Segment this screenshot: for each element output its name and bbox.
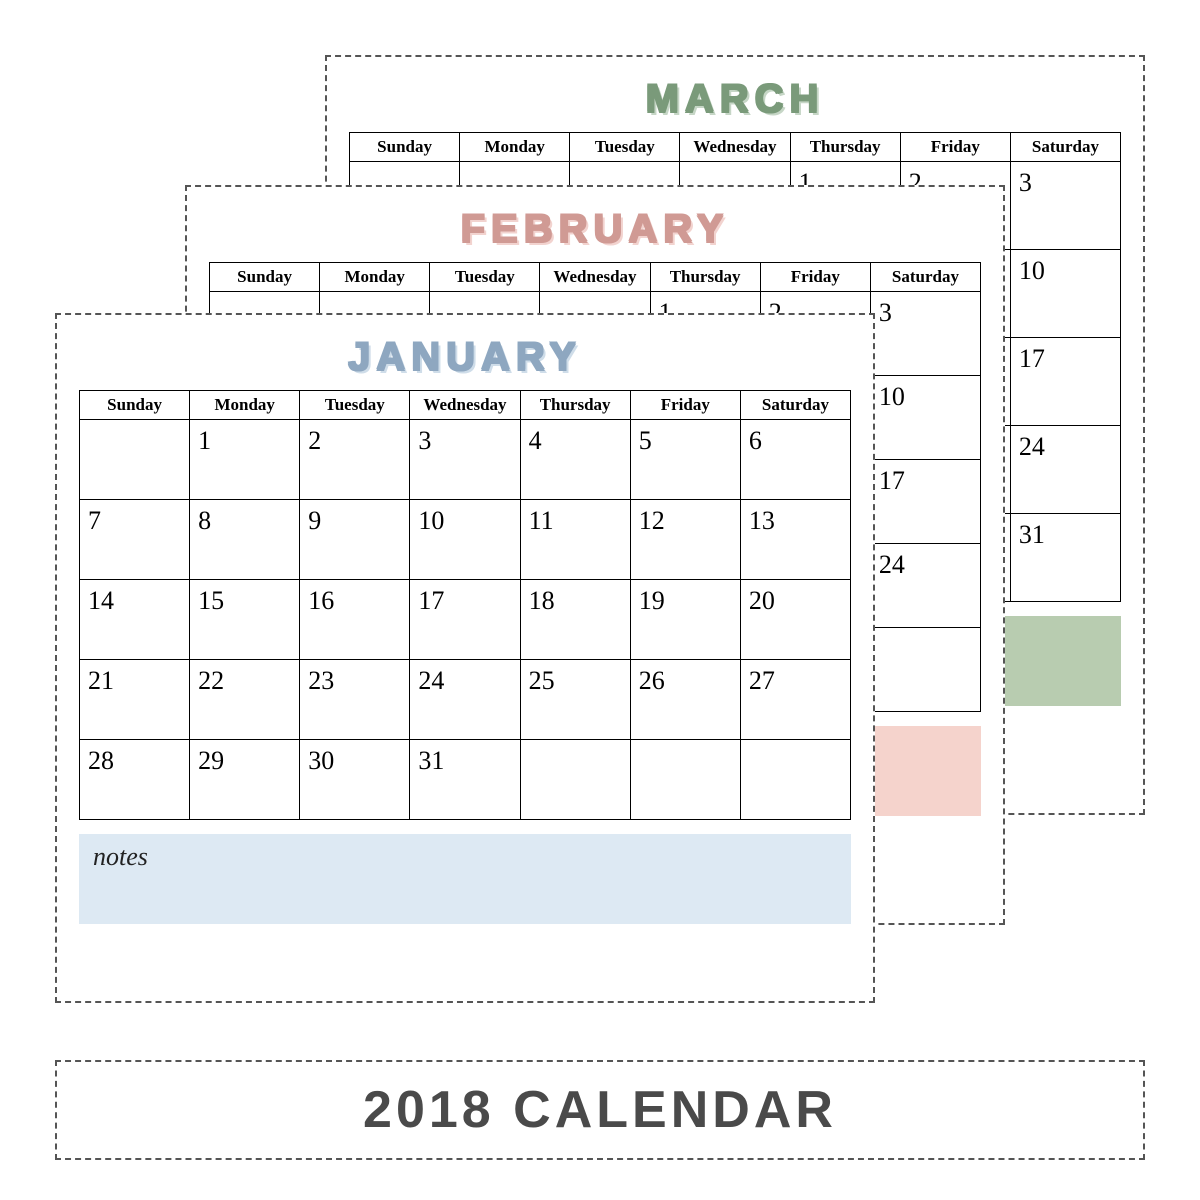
day-cell: 27 [740, 660, 850, 740]
day-cell: 6 [740, 420, 850, 500]
day-cell: 24 [870, 544, 980, 628]
day-cell: 31 [1010, 514, 1120, 602]
day-cell: 28 [80, 740, 190, 820]
day-header: Sunday [80, 391, 190, 420]
day-header: Friday [900, 133, 1010, 162]
month-title-february: FEBRUARY [209, 207, 981, 252]
day-header: Friday [630, 391, 740, 420]
day-cell: 26 [630, 660, 740, 740]
day-cell: 5 [630, 420, 740, 500]
day-header: Friday [760, 263, 870, 292]
day-cell [740, 740, 850, 820]
day-header: Thursday [520, 391, 630, 420]
day-cell: 2 [300, 420, 410, 500]
day-cell [870, 628, 980, 712]
day-cell: 10 [870, 376, 980, 460]
title-banner: 2018 CALENDAR [55, 1060, 1145, 1160]
month-title-january: JANUARY [79, 335, 851, 380]
day-cell: 12 [630, 500, 740, 580]
day-cell: 11 [520, 500, 630, 580]
day-header: Monday [190, 391, 300, 420]
day-cell [630, 740, 740, 820]
day-cell: 24 [1010, 426, 1120, 514]
day-cell: 1 [190, 420, 300, 500]
day-cell: 21 [80, 660, 190, 740]
day-cell: 19 [630, 580, 740, 660]
day-cell: 25 [520, 660, 630, 740]
day-cell: 3 [870, 292, 980, 376]
calendar-page-january: JANUARY Sunday Monday Tuesday Wednesday … [55, 313, 875, 1003]
day-cell: 17 [1010, 338, 1120, 426]
day-header: Monday [460, 133, 570, 162]
day-header: Saturday [870, 263, 980, 292]
day-header: Tuesday [430, 263, 540, 292]
day-cell: 17 [870, 460, 980, 544]
day-cell: 20 [740, 580, 850, 660]
day-header: Tuesday [300, 391, 410, 420]
day-header: Saturday [740, 391, 850, 420]
month-title-march: MARCH [349, 77, 1121, 122]
day-cell: 14 [80, 580, 190, 660]
title-banner-text: 2018 CALENDAR [363, 1080, 837, 1140]
day-cell: 9 [300, 500, 410, 580]
day-header: Wednesday [680, 133, 790, 162]
day-cell [80, 420, 190, 500]
day-cell: 8 [190, 500, 300, 580]
day-cell: 17 [410, 580, 520, 660]
day-cell: 31 [410, 740, 520, 820]
notes-box-january: notes [79, 834, 851, 924]
calendar-grid-january: Sunday Monday Tuesday Wednesday Thursday… [79, 390, 851, 820]
day-header: Wednesday [410, 391, 520, 420]
day-header: Sunday [210, 263, 320, 292]
day-cell: 23 [300, 660, 410, 740]
day-cell: 22 [190, 660, 300, 740]
calendar-body-january: 1234567891011121314151617181920212223242… [80, 420, 851, 820]
day-header: Thursday [790, 133, 900, 162]
day-header: Sunday [350, 133, 460, 162]
day-header: Thursday [650, 263, 760, 292]
day-cell: 7 [80, 500, 190, 580]
day-cell: 4 [520, 420, 630, 500]
calendar-stack: MARCH Sunday Monday Tuesday Wednesday Th… [55, 55, 1145, 1005]
day-cell [520, 740, 630, 820]
day-header: Monday [320, 263, 430, 292]
day-header: Tuesday [570, 133, 680, 162]
day-cell: 16 [300, 580, 410, 660]
day-header: Saturday [1010, 133, 1120, 162]
day-cell: 3 [1010, 162, 1120, 250]
day-cell: 10 [410, 500, 520, 580]
day-cell: 24 [410, 660, 520, 740]
day-cell: 10 [1010, 250, 1120, 338]
day-cell: 30 [300, 740, 410, 820]
day-cell: 29 [190, 740, 300, 820]
day-cell: 18 [520, 580, 630, 660]
day-cell: 15 [190, 580, 300, 660]
day-header: Wednesday [540, 263, 650, 292]
day-cell: 13 [740, 500, 850, 580]
day-cell: 3 [410, 420, 520, 500]
